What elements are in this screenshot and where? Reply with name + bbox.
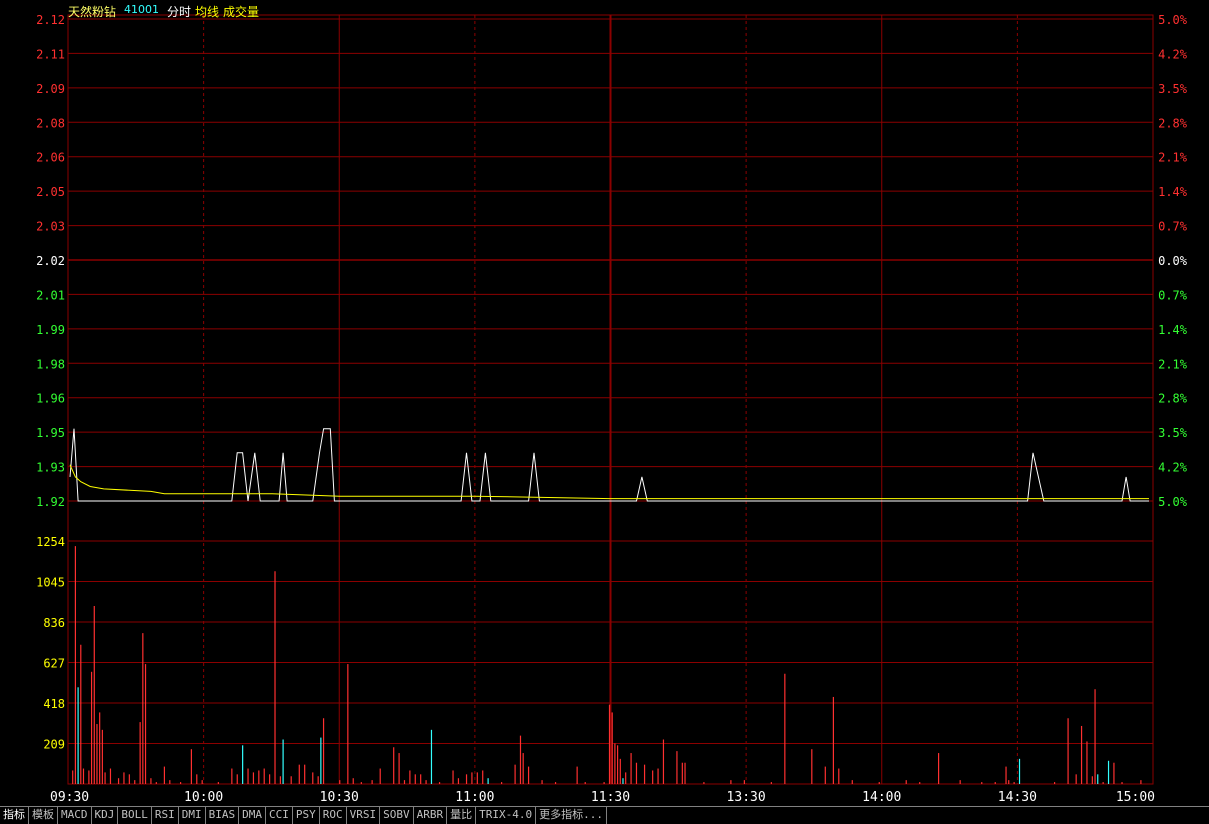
tab-vrsi[interactable]: VRSI — [347, 807, 381, 824]
stock-name: 天然粉钻 — [68, 5, 117, 19]
pct-tick-label: 4.2% — [1158, 47, 1188, 61]
time-tick-label: 11:30 — [591, 790, 630, 805]
pct-tick-label: 4.2% — [1158, 461, 1188, 475]
tab-templates[interactable]: 模板 — [29, 807, 58, 824]
volume-tick-label: 836 — [43, 616, 65, 630]
label-volume: 成交量 — [223, 5, 260, 19]
pct-tick-label: 2.8% — [1158, 392, 1188, 406]
tab-bias[interactable]: BIAS — [206, 807, 240, 824]
pct-tick-label: 1.4% — [1158, 185, 1188, 199]
tab-macd[interactable]: MACD — [58, 807, 92, 824]
label-junxian: 均线 — [195, 5, 220, 19]
tab-kdj[interactable]: KDJ — [92, 807, 119, 824]
price-tick-label: 1.92 — [36, 495, 65, 509]
pct-tick-label: 2.1% — [1158, 357, 1188, 371]
pct-tick-label: 1.4% — [1158, 323, 1188, 337]
indicator-tabs: 指标 模板 MACD KDJ BOLL RSI DMI BIAS DMA CCI PSY ROC VRS… — [0, 806, 1209, 824]
time-tick-label: 09:30 — [50, 790, 89, 805]
time-tick-label: 15:00 — [1116, 790, 1155, 805]
tab-dma[interactable]: DMA — [239, 807, 266, 824]
price-tick-label: 2.09 — [36, 82, 65, 96]
tab-trix-4-0[interactable]: TRIX-4.0 — [476, 807, 537, 824]
price-tick-label: 2.05 — [36, 185, 65, 199]
tab-arbr[interactable]: ARBR — [414, 807, 448, 824]
pct-tick-label: 3.5% — [1158, 82, 1188, 96]
tab-indicators[interactable]: 指标 — [0, 807, 29, 824]
pct-tick-label: 0.0% — [1158, 254, 1188, 268]
time-tick-label: 11:00 — [455, 790, 494, 805]
pct-tick-label: 2.1% — [1158, 151, 1188, 165]
pct-tick-label: 0.7% — [1158, 220, 1188, 234]
price-tick-label: 1.93 — [36, 461, 65, 475]
price-tick-label: 2.06 — [36, 151, 65, 165]
time-tick-label: 14:00 — [862, 790, 901, 805]
time-tick-label: 13:30 — [727, 790, 766, 805]
time-tick-label: 10:00 — [184, 790, 223, 805]
volume-tick-label: 1254 — [36, 535, 65, 549]
price-tick-label: 2.12 — [36, 13, 65, 27]
price-tick-label: 1.96 — [36, 392, 65, 406]
price-tick-label: 2.08 — [36, 116, 65, 130]
tab-dmi[interactable]: DMI — [179, 807, 206, 824]
volume-tick-label: 209 — [43, 738, 65, 752]
time-tick-label: 10:30 — [320, 790, 359, 805]
price-tick-label: 1.98 — [36, 357, 65, 371]
tab-boll[interactable]: BOLL — [118, 807, 152, 824]
intraday-chart[interactable]: 2.12 5.0% 2.11 4.2% 2.09 3.5% 2.08 2.8% 2.06 2.1%… — [0, 0, 1209, 806]
tab-cci[interactable]: CCI — [266, 807, 293, 824]
pct-tick-label: 3.5% — [1158, 426, 1188, 440]
stock-code: 41001 — [124, 3, 160, 16]
tab-psy[interactable]: PSY — [293, 807, 320, 824]
pct-tick-label: 0.7% — [1158, 288, 1188, 302]
price-tick-label: 2.02 — [36, 254, 65, 268]
volume-tick-label: 1045 — [36, 576, 65, 590]
time-tick-label: 14:30 — [998, 790, 1037, 805]
price-tick-label: 2.11 — [36, 47, 65, 61]
price-tick-label: 2.01 — [36, 288, 65, 302]
tab-roc[interactable]: ROC — [320, 807, 347, 824]
tab-more-indicators[interactable]: 更多指标... — [536, 807, 607, 824]
pct-tick-label: 2.8% — [1158, 116, 1188, 130]
pct-tick-label: 5.0% — [1158, 13, 1188, 27]
price-tick-label: 1.95 — [36, 426, 65, 440]
pct-tick-label: 5.0% — [1158, 495, 1188, 509]
tab-rsi[interactable]: RSI — [152, 807, 179, 824]
tab--[interactable]: 量比 — [447, 807, 477, 824]
price-tick-label: 1.99 — [36, 323, 65, 337]
chart-header: 天然粉钻 41001 分时 均线 成交量 — [68, 3, 259, 20]
tab-sobv[interactable]: SOBV — [380, 807, 414, 824]
volume-tick-label: 627 — [43, 657, 65, 671]
label-fenshi: 分时 — [167, 5, 192, 19]
price-tick-label: 2.03 — [36, 220, 65, 234]
volume-tick-label: 418 — [43, 697, 65, 711]
